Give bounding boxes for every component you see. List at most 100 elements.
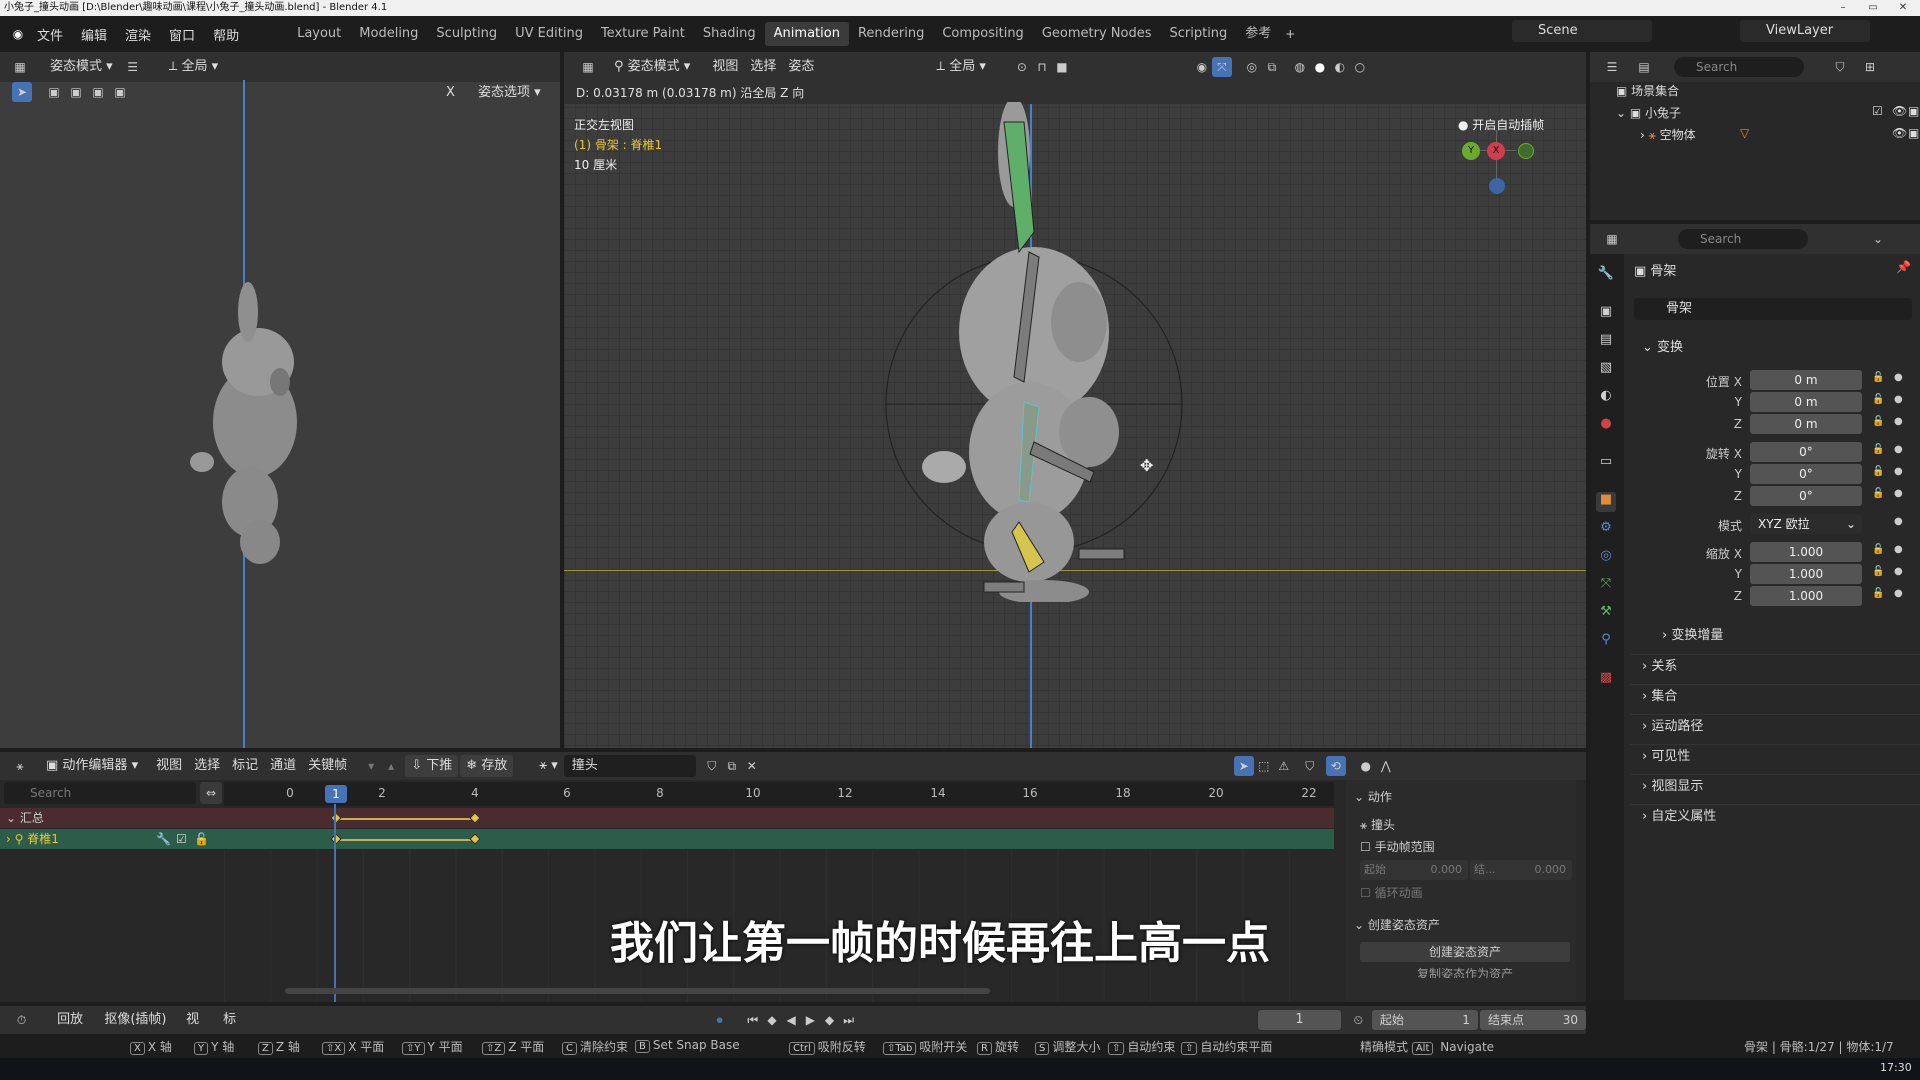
location-x-field[interactable]: 0 m: [1750, 370, 1862, 390]
keyframe-dot-icon[interactable]: ●: [1894, 588, 1903, 599]
snap-icon[interactable]: ⟲: [1325, 756, 1346, 776]
select-subtract-icon[interactable]: ▣: [88, 82, 108, 102]
filter-icon[interactable]: ⛉: [1830, 57, 1850, 77]
keyframe[interactable]: [330, 833, 342, 845]
visibility-icon[interactable]: ◉: [1192, 57, 1212, 77]
manual-range-checkbox[interactable]: ☐ 手动帧范围: [1360, 838, 1435, 855]
lock-icon[interactable]: 🔓: [1872, 416, 1884, 427]
end-frame-field[interactable]: 结束点 30: [1479, 1010, 1587, 1030]
menu-marker[interactable]: 标记: [217, 1009, 254, 1049]
navigation-gizmo[interactable]: Y X: [1456, 128, 1536, 208]
menu-view[interactable]: 视图: [706, 56, 744, 78]
rotation-z-field[interactable]: 0°: [1750, 486, 1862, 506]
transform-section-header[interactable]: ⌄ 变换: [1630, 336, 1683, 360]
viewport-display-section[interactable]: › 视图显示: [1630, 774, 1920, 798]
proportional-icon[interactable]: ●: [1356, 756, 1376, 776]
gizmo-x-icon[interactable]: X: [1487, 142, 1505, 160]
lock-icon[interactable]: 🔓: [1872, 372, 1884, 383]
tab-geometry-nodes[interactable]: Geometry Nodes: [1033, 22, 1161, 46]
menu-view[interactable]: 视图: [150, 755, 188, 777]
orientation-dropdown[interactable]: ⟂ 全局 ▾: [930, 56, 992, 78]
shading-wire-icon[interactable]: ◍: [1290, 57, 1310, 77]
editor-type-icon[interactable]: ⚹: [10, 756, 30, 776]
current-frame-badge[interactable]: 1: [325, 785, 347, 803]
bone-tab-icon[interactable]: ⚲: [1596, 632, 1616, 652]
prev-keyframe-icon[interactable]: ◆: [762, 1010, 781, 1030]
menu-pose[interactable]: 姿态: [782, 56, 820, 78]
menu-window[interactable]: 窗口: [160, 25, 204, 44]
keyframe[interactable]: [469, 812, 481, 824]
editor-type-icon[interactable]: ▦: [1602, 229, 1622, 249]
move-up-icon[interactable]: ▴: [381, 756, 401, 776]
add-workspace-icon[interactable]: +: [1280, 24, 1300, 44]
editor-type-icon[interactable]: ☰: [1602, 57, 1622, 77]
gizmo-z-icon[interactable]: [1489, 178, 1505, 194]
create-pose-asset-button[interactable]: 创建姿态资产: [1360, 942, 1570, 962]
blender-logo-icon[interactable]: ◉: [8, 24, 28, 44]
next-keyframe-icon[interactable]: ◆: [820, 1010, 839, 1030]
tab-layout[interactable]: Layout: [288, 22, 350, 46]
select-cursor-icon[interactable]: ➤: [12, 82, 32, 102]
swap-icon[interactable]: ⇔: [200, 782, 222, 804]
chevron-down-icon[interactable]: ⌄: [1868, 229, 1888, 249]
pose-options-dropdown[interactable]: 姿态选项 ▾: [472, 82, 547, 104]
visibility-section[interactable]: › 可见性: [1630, 744, 1920, 768]
pin-icon[interactable]: 📌: [1896, 260, 1911, 274]
record-icon[interactable]: ⏺: [710, 1010, 729, 1030]
pose-assets-header[interactable]: ⌄ 创建姿态资产: [1354, 916, 1440, 933]
stash-button[interactable]: ❄ 存放: [460, 755, 514, 777]
unlink-action-icon[interactable]: ✕: [742, 756, 762, 776]
keyframe[interactable]: [330, 812, 342, 824]
render-tab-icon[interactable]: ▣: [1596, 304, 1616, 324]
modifiers-tab-icon[interactable]: ⚙: [1596, 520, 1616, 540]
collections-section[interactable]: › 集合: [1630, 684, 1920, 708]
world-tab-icon[interactable]: ●: [1596, 416, 1616, 436]
channel-search-input[interactable]: Search: [4, 782, 196, 804]
jump-start-icon[interactable]: ⏮: [743, 1010, 762, 1030]
constraints-tab-icon[interactable]: ⤧: [1596, 576, 1616, 596]
playhead[interactable]: [334, 804, 336, 1002]
tab-modeling[interactable]: Modeling: [350, 22, 427, 46]
outliner-row-collection[interactable]: ⌄ ▣ 小兔子 ☑ 👁 ▣: [1616, 104, 1919, 121]
shading-material-icon[interactable]: ◐: [1330, 57, 1350, 77]
checkbox-icon[interactable]: ☑: [176, 829, 187, 849]
tab-uv-editing[interactable]: UV Editing: [506, 22, 592, 46]
outliner-row-scene-collection[interactable]: ▣ 场景集合: [1616, 82, 1679, 99]
menu-file[interactable]: 文件: [28, 25, 72, 44]
play-icon[interactable]: ▶: [801, 1010, 820, 1030]
overlays-icon[interactable]: ◎: [1242, 57, 1262, 77]
fake-user-icon[interactable]: ⛉: [702, 756, 722, 776]
action-panel-header[interactable]: ⌄ 动作: [1354, 788, 1392, 805]
scale-x-field[interactable]: 1.000: [1750, 542, 1862, 562]
camera-icon[interactable]: ▣: [1908, 126, 1919, 140]
view-layer-tab-icon[interactable]: ▧: [1596, 360, 1616, 380]
menu-select[interactable]: 选择: [188, 755, 226, 777]
keyframe-dot-icon[interactable]: ●: [1894, 566, 1903, 577]
checkbox-icon[interactable]: ☑: [1872, 104, 1883, 118]
xray-icon[interactable]: ⧉: [1262, 57, 1282, 77]
menu-render[interactable]: 渲染: [116, 25, 160, 44]
tab-rendering[interactable]: Rendering: [849, 22, 933, 46]
snap-icon[interactable]: ⊓: [1032, 57, 1052, 77]
tab-compositing[interactable]: Compositing: [933, 22, 1033, 46]
rotation-mode-dropdown[interactable]: XYZ 欧拉 ⌄: [1750, 514, 1862, 534]
tab-sculpting[interactable]: Sculpting: [427, 22, 506, 46]
cyclic-checkbox[interactable]: ☐ 循环动画: [1360, 884, 1423, 901]
delta-transform-section[interactable]: › 变换增量: [1650, 624, 1723, 648]
select-box-icon[interactable]: ▣: [44, 82, 64, 102]
eye-icon[interactable]: 👁: [1892, 126, 1907, 140]
copy-pose-asset-button[interactable]: 复制姿态作为资产: [1360, 964, 1570, 978]
lock-icon[interactable]: 🔓: [1872, 488, 1884, 499]
lock-icon[interactable]: 🔓: [1872, 544, 1884, 555]
gizmo-y-icon[interactable]: Y: [1462, 142, 1480, 160]
pivot-icon[interactable]: ⊙: [1012, 57, 1032, 77]
channel-summary[interactable]: ⌄ 汇总: [0, 808, 224, 828]
armature-tab-icon[interactable]: ⚒: [1596, 604, 1616, 624]
new-collection-icon[interactable]: ⊞: [1860, 57, 1880, 77]
lock-icon[interactable]: 🔓: [1872, 466, 1884, 477]
shading-solid-icon[interactable]: ●: [1310, 57, 1330, 77]
keyframe-dot-icon[interactable]: ●: [1894, 394, 1903, 405]
keyframe[interactable]: [469, 833, 481, 845]
lock-icon[interactable]: 🔓: [1872, 444, 1884, 455]
collection-tab-icon[interactable]: ▭: [1596, 454, 1616, 474]
